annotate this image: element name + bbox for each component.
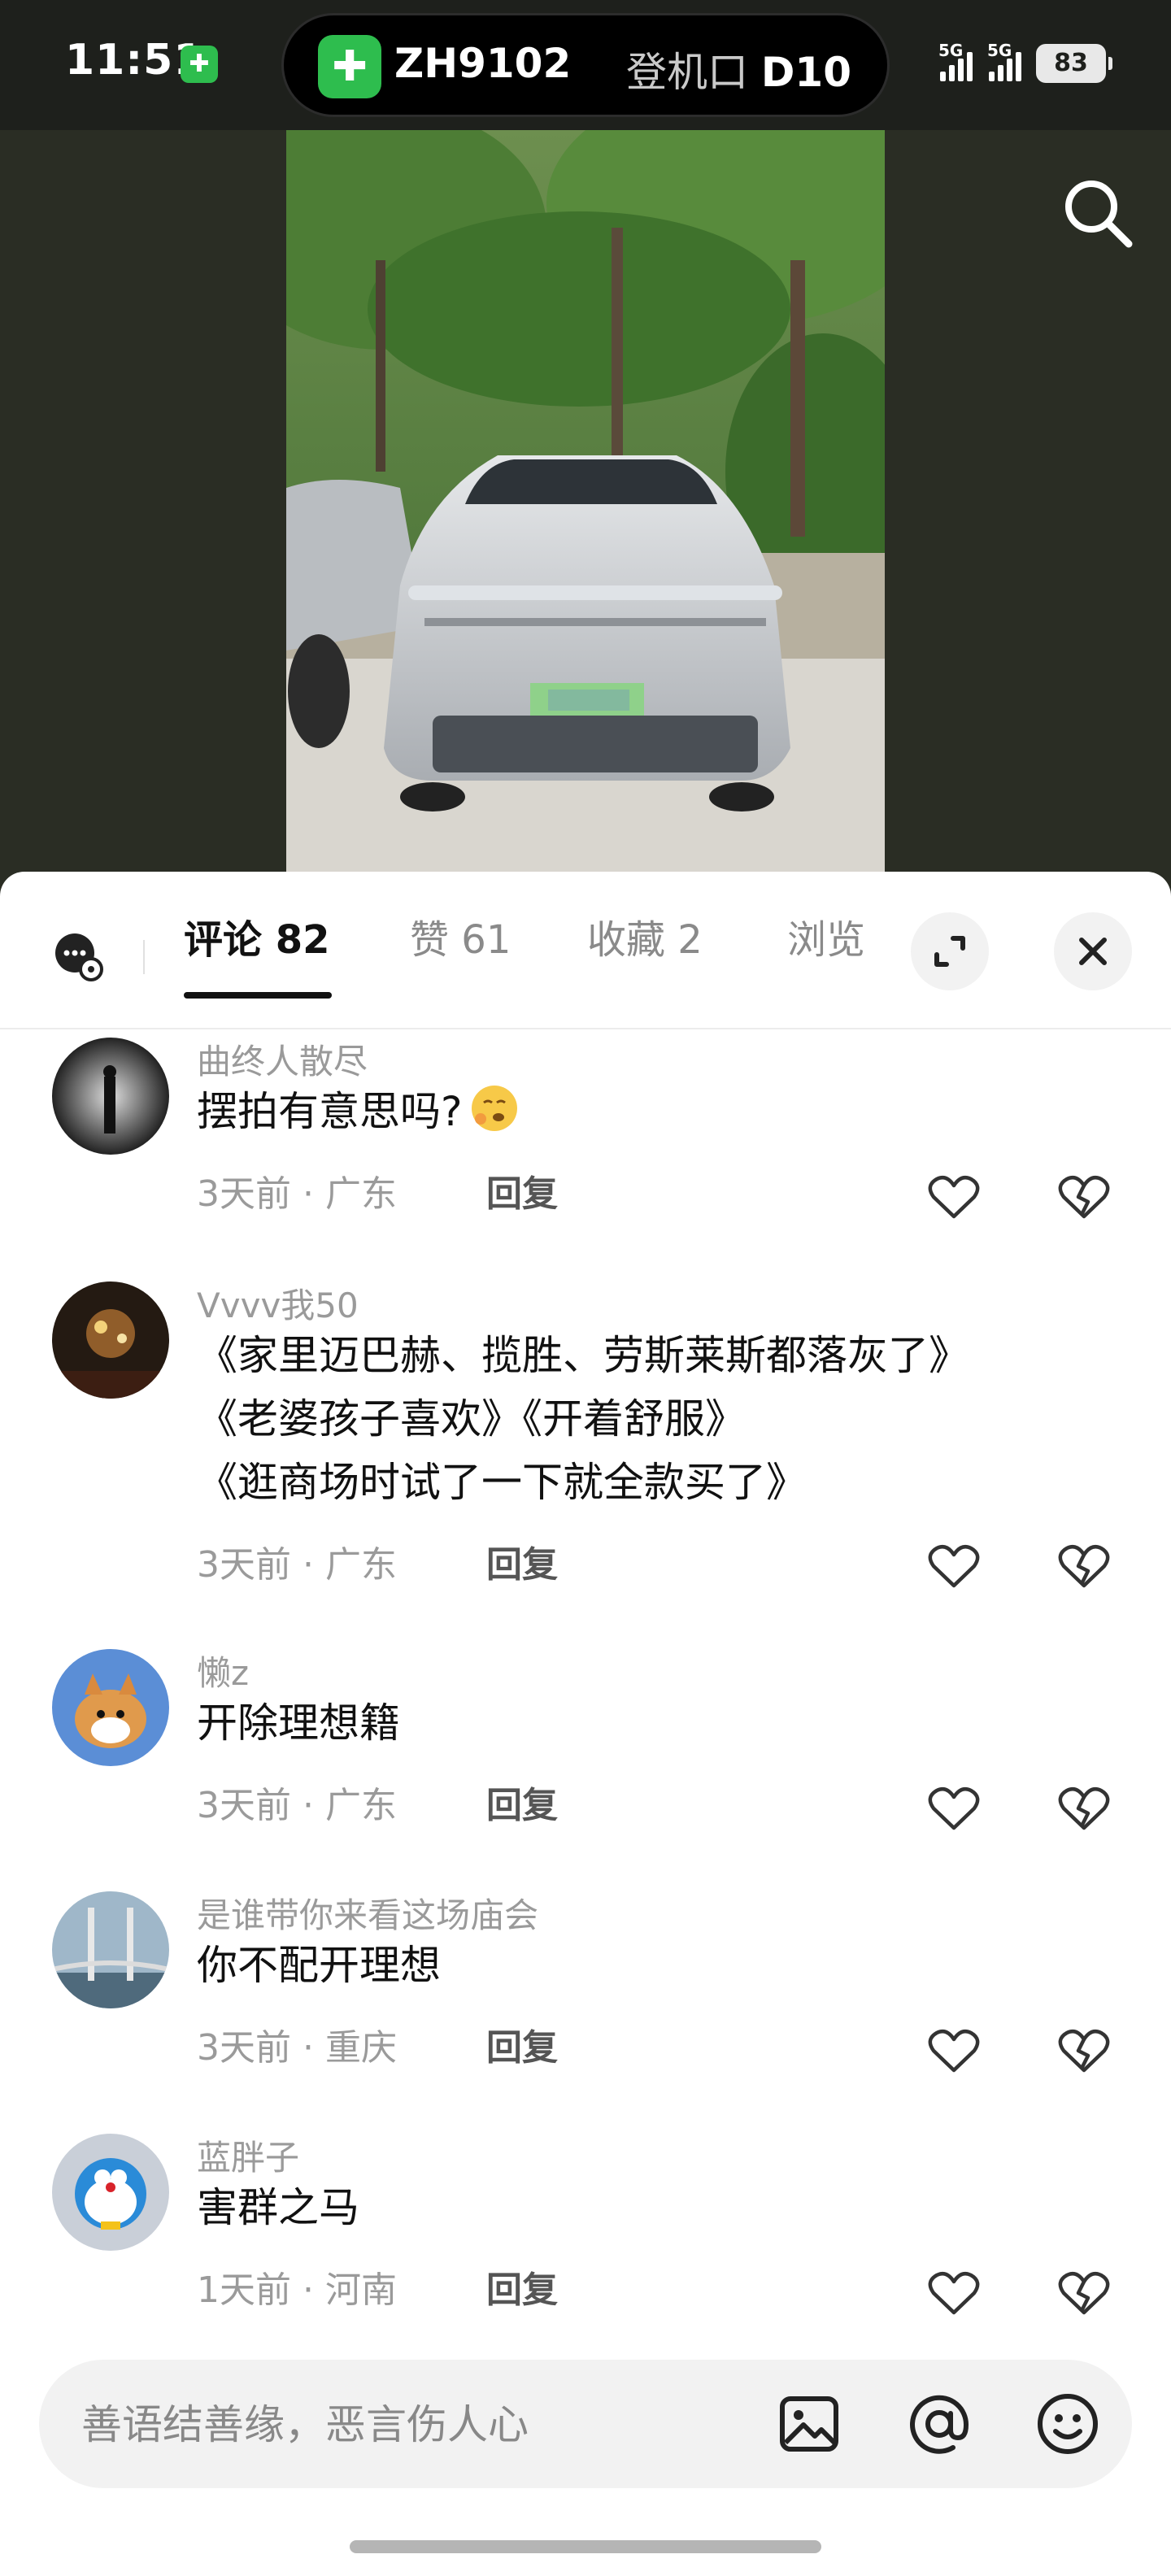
home-indicator[interactable] bbox=[350, 2540, 821, 2553]
comments-sheet: 评论 82 赞 61 收藏 2 浏览 曲终人散尽 摆拍有意思吗? 3天前 · 广… bbox=[0, 872, 1171, 2576]
tab-comments-count: 82 bbox=[275, 917, 330, 963]
avatar[interactable] bbox=[52, 1649, 169, 1766]
tab-likes[interactable]: 赞 61 bbox=[410, 907, 511, 1021]
comment-time: 3天前 bbox=[197, 2027, 291, 2069]
network-type: 5G bbox=[938, 41, 964, 60]
active-tab-indicator bbox=[184, 992, 332, 999]
avatar[interactable] bbox=[52, 2134, 169, 2251]
tab-views[interactable]: 浏览 bbox=[787, 907, 865, 1021]
signal-icon-2: 5G bbox=[987, 41, 1021, 81]
heart-icon[interactable] bbox=[927, 1173, 981, 1221]
tab-favorites-label: 收藏 bbox=[587, 917, 666, 963]
reply-button[interactable]: 回复 bbox=[486, 2261, 558, 2313]
gate-label: 登机口 bbox=[626, 49, 748, 96]
tab-likes-label: 赞 bbox=[410, 917, 450, 963]
broken-heart-icon[interactable] bbox=[1057, 1784, 1111, 1833]
emoji-icon[interactable] bbox=[1033, 2389, 1103, 2459]
heart-icon[interactable] bbox=[927, 1784, 981, 1833]
gate-info: 登机口 D10 bbox=[626, 40, 851, 98]
avatar[interactable] bbox=[52, 1281, 169, 1399]
comment-location: 重庆 bbox=[324, 2027, 397, 2069]
thinking-face-icon bbox=[471, 1086, 517, 1131]
tab-favorites-count: 2 bbox=[677, 917, 703, 963]
network-type-2: 5G bbox=[987, 41, 1012, 60]
avatar[interactable] bbox=[52, 1891, 169, 2008]
comment-text-line: 《逛商场时试了一下就全款买了》 bbox=[197, 1459, 807, 1506]
reply-button[interactable]: 回复 bbox=[486, 2018, 558, 2070]
comment-text-line: 摆拍有意思吗? bbox=[197, 1088, 463, 1135]
expand-button[interactable] bbox=[911, 912, 989, 990]
comment-text: 摆拍有意思吗? bbox=[197, 1080, 520, 1143]
heart-icon[interactable] bbox=[927, 2026, 981, 2075]
comment-location: 广东 bbox=[324, 1173, 397, 1215]
broken-heart-icon[interactable] bbox=[1057, 2026, 1111, 2075]
comment-username[interactable]: 曲终人散尽 bbox=[197, 1034, 368, 1084]
comment-username[interactable]: Vvvv我50 bbox=[197, 1278, 359, 1328]
gate-number: D10 bbox=[760, 49, 851, 96]
tab-likes-count: 61 bbox=[461, 917, 511, 963]
heart-icon[interactable] bbox=[927, 2269, 981, 2317]
avatar[interactable] bbox=[52, 1038, 169, 1155]
status-bar: 11:51 ✚ ✚ ZH9102 登机口 D10 5G 5G 83 bbox=[0, 0, 1171, 130]
comment-time: 3天前 bbox=[197, 1544, 291, 1586]
tab-comments-label: 评论 bbox=[184, 917, 263, 963]
app-notification-icon: ✚ bbox=[181, 46, 218, 83]
comment-location: 河南 bbox=[324, 2269, 397, 2311]
battery-icon: 83 bbox=[1036, 44, 1112, 83]
comment-meta: 1天前 · 河南 bbox=[197, 2269, 397, 2311]
comment-meta: 3天前 · 广东 bbox=[197, 1785, 397, 1826]
image-icon[interactable] bbox=[774, 2389, 844, 2459]
car-photo[interactable] bbox=[286, 130, 885, 878]
close-icon bbox=[1079, 938, 1107, 965]
comment-time: 1天前 bbox=[197, 2269, 291, 2311]
comment-username[interactable]: 蓝胖子 bbox=[197, 2130, 299, 2180]
expand-icon bbox=[934, 936, 965, 967]
comment-text-line: 《家里迈巴赫、揽胜、劳斯莱斯都落灰了》 bbox=[197, 1332, 969, 1379]
post-media[interactable] bbox=[0, 130, 1171, 878]
broken-heart-icon[interactable] bbox=[1057, 1173, 1111, 1221]
comment-time: 3天前 bbox=[197, 1785, 291, 1826]
heart-icon[interactable] bbox=[927, 1542, 981, 1590]
reply-button[interactable]: 回复 bbox=[486, 1164, 558, 1216]
comment-input-bar bbox=[39, 2360, 1132, 2488]
comment-text-line: 《老婆孩子喜欢》《开着舒服》 bbox=[197, 1395, 746, 1442]
signal-icon: 5G bbox=[938, 41, 973, 81]
tab-favorites[interactable]: 收藏 2 bbox=[587, 907, 703, 1021]
comment-location: 广东 bbox=[324, 1544, 397, 1586]
comment-username[interactable]: 懒z bbox=[197, 1646, 249, 1695]
airline-app-icon: ✚ bbox=[318, 35, 381, 98]
comment-input[interactable] bbox=[81, 2392, 732, 2457]
tab-comments[interactable]: 评论 82 bbox=[184, 907, 330, 1021]
comment-settings-icon[interactable] bbox=[52, 930, 104, 982]
reply-button[interactable]: 回复 bbox=[486, 1535, 558, 1587]
comment-location: 广东 bbox=[324, 1785, 397, 1826]
reply-button[interactable]: 回复 bbox=[486, 1776, 558, 1828]
comment-meta: 3天前 · 广东 bbox=[197, 1173, 397, 1215]
comment-text-line: 开除理想籍 bbox=[197, 1699, 400, 1747]
comment-username[interactable]: 是谁带你来看这场庙会 bbox=[197, 1888, 538, 1938]
car-photo-illustration bbox=[286, 130, 885, 878]
divider bbox=[143, 940, 145, 974]
comment-text-line: 你不配开理想 bbox=[197, 1942, 441, 1989]
close-button[interactable] bbox=[1054, 912, 1132, 990]
comment-meta: 3天前 · 广东 bbox=[197, 1544, 397, 1586]
broken-heart-icon[interactable] bbox=[1057, 2269, 1111, 2317]
flight-number: ZH9102 bbox=[394, 40, 572, 87]
comment-meta: 3天前 · 重庆 bbox=[197, 2027, 397, 2069]
status-indicators: 5G 5G 83 bbox=[938, 39, 1112, 88]
tab-views-label: 浏览 bbox=[787, 917, 866, 963]
comment-text-line: 害群之马 bbox=[197, 2184, 359, 2231]
dynamic-island-flight[interactable]: ✚ ZH9102 登机口 D10 bbox=[281, 13, 890, 117]
broken-heart-icon[interactable] bbox=[1057, 1542, 1111, 1590]
mention-icon[interactable] bbox=[904, 2389, 974, 2459]
tabs-bar: 评论 82 赞 61 收藏 2 浏览 bbox=[0, 872, 1171, 1029]
comment-time: 3天前 bbox=[197, 1173, 291, 1215]
search-icon[interactable] bbox=[1059, 174, 1137, 252]
